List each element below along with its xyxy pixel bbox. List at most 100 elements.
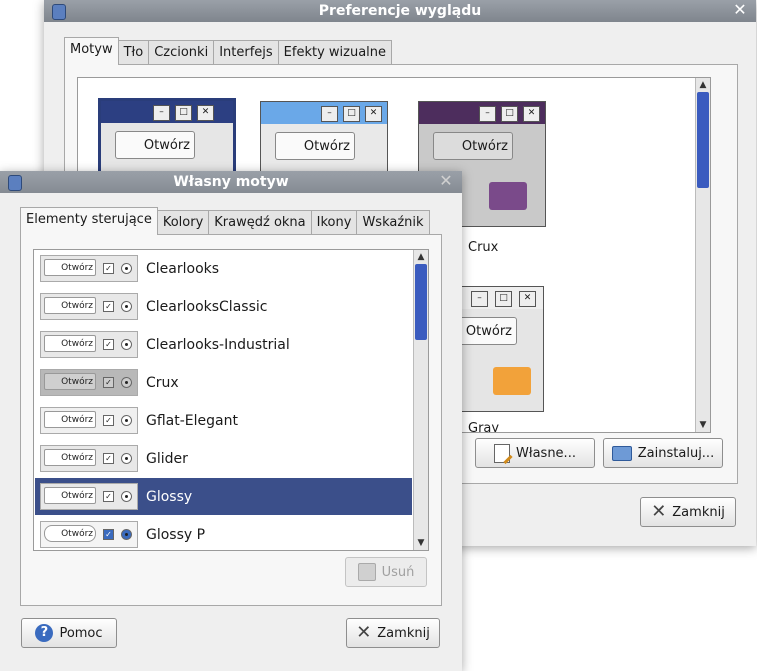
theme-preview: Otwórz ✓ <box>40 445 138 472</box>
preview-button: Otwórz <box>44 335 96 352</box>
scrollbar-thumb[interactable] <box>697 92 709 188</box>
theme-preview: Otwórz ✓ <box>40 255 138 282</box>
list-item-selected[interactable]: Otwórz ✓ Glossy <box>35 478 412 515</box>
theme-preview: Otwórz ✓ <box>40 293 138 320</box>
install-theme-button-label: Zainstaluj... <box>637 445 715 461</box>
theme-label: Crux <box>468 240 499 255</box>
theme-preview: Otwórz ✓ <box>40 521 138 548</box>
open-button-preview: Otwórz <box>115 131 195 159</box>
list-item[interactable]: Otwórz ✓ Glossy P <box>35 516 412 550</box>
custom-theme-window: Własny motyw ✕ Elementy sterujące Kolory… <box>0 171 462 671</box>
theme-preview: Otwórz ✓ <box>40 407 138 434</box>
close-icon: ✕ <box>356 622 372 643</box>
theme-name: Gflat-Elegant <box>146 412 238 429</box>
radio-icon <box>121 453 132 464</box>
help-button[interactable]: ? Pomoc <box>21 618 117 648</box>
tab-theme[interactable]: Motyw <box>64 37 119 65</box>
tab-colors[interactable]: Kolory <box>156 210 210 235</box>
radio-icon <box>121 263 132 274</box>
install-theme-button[interactable]: Zainstaluj... <box>603 438 723 468</box>
open-button-preview: Otwórz <box>433 132 513 160</box>
scroll-up-icon[interactable]: ▲ <box>696 78 710 92</box>
remove-theme-button-label: Usuń <box>381 564 415 580</box>
radio-icon <box>121 301 132 312</box>
checkbox-icon: ✓ <box>103 377 114 388</box>
preview-button: Otwórz <box>44 525 96 542</box>
tab-interface[interactable]: Interfejs <box>213 40 279 65</box>
custom-theme-tabs: Elementy sterujące Kolory Krawędź okna I… <box>20 207 430 235</box>
tab-fonts[interactable]: Czcionki <box>148 40 215 65</box>
tab-pointer[interactable]: Wskaźnik <box>356 210 430 235</box>
checkbox-icon: ✓ <box>103 263 114 274</box>
theme-grid-scrollbar[interactable]: ▲ ▼ <box>695 78 710 432</box>
checkbox-icon: ✓ <box>103 529 114 540</box>
trash-icon <box>357 563 376 581</box>
preview-button: Otwórz <box>44 259 96 276</box>
close-button[interactable]: ✕ Zamknij <box>640 497 736 527</box>
radio-icon <box>121 339 132 350</box>
scroll-down-icon[interactable]: ▼ <box>414 536 428 550</box>
theme-preview: Otwórz ✓ <box>40 483 138 510</box>
window-title: Własny motyw <box>173 174 289 190</box>
list-item[interactable]: Otwórz ✓ Crux <box>35 364 412 401</box>
custom-theme-button[interactable]: Własne... <box>475 438 595 468</box>
window-title: Preferencje wyglądu <box>318 3 482 19</box>
scroll-up-icon[interactable]: ▲ <box>414 250 428 264</box>
theme-thumbnail[interactable]: – □ ✕ Otwórz <box>456 286 544 412</box>
checkbox-icon: ✓ <box>103 339 114 350</box>
open-folder-icon <box>611 445 632 461</box>
list-item[interactable]: Otwórz ✓ Glider <box>35 440 412 477</box>
controls-theme-list: Otwórz ✓ Clearlooks Otwórz ✓ ClearlooksC… <box>33 249 429 551</box>
close-icon[interactable]: ✕ <box>732 2 748 18</box>
open-button-preview: Otwórz <box>457 317 517 345</box>
window-menu-icon[interactable] <box>52 4 66 20</box>
help-button-label: Pomoc <box>59 625 103 641</box>
tab-window-border[interactable]: Krawędź okna <box>208 210 312 235</box>
appearance-preferences-titlebar[interactable]: Preferencje wyglądu ✕ <box>44 0 756 22</box>
theme-label: Gray <box>468 421 500 433</box>
tab-controls[interactable]: Elementy sterujące <box>20 207 158 235</box>
checkbox-icon: ✓ <box>103 415 114 426</box>
theme-name: Glider <box>146 450 188 467</box>
checkbox-icon: ✓ <box>103 491 114 502</box>
radio-icon <box>121 491 132 502</box>
help-icon: ? <box>35 624 54 642</box>
checkbox-icon: ✓ <box>103 301 114 312</box>
preview-button: Otwórz <box>44 411 96 428</box>
preview-button: Otwórz <box>44 373 96 390</box>
theme-preview: Otwórz ✓ <box>40 331 138 358</box>
window-menu-icon[interactable] <box>8 175 22 191</box>
custom-theme-button-label: Własne... <box>516 445 576 461</box>
theme-name: Glossy <box>146 488 193 505</box>
radio-icon <box>121 529 132 540</box>
tab-visual-effects[interactable]: Efekty wizualne <box>277 40 393 65</box>
remove-theme-button[interactable]: Usuń <box>345 557 427 587</box>
tab-icons[interactable]: Ikony <box>310 210 358 235</box>
preview-button: Otwórz <box>44 297 96 314</box>
theme-preview: Otwórz ✓ <box>40 369 138 396</box>
scroll-down-icon[interactable]: ▼ <box>696 418 710 432</box>
list-item[interactable]: Otwórz ✓ Clearlooks-Industrial <box>35 326 412 363</box>
list-item[interactable]: Otwórz ✓ ClearlooksClassic <box>35 288 412 325</box>
theme-name: Crux <box>146 374 179 391</box>
open-button-preview: Otwórz <box>275 132 355 160</box>
theme-name: Clearlooks-Industrial <box>146 336 290 353</box>
tab-background[interactable]: Tło <box>117 40 150 65</box>
checkbox-icon: ✓ <box>103 453 114 464</box>
close-icon[interactable]: ✕ <box>438 173 454 189</box>
folder-icon <box>489 182 527 210</box>
radio-icon <box>121 377 132 388</box>
theme-list-scrollbar[interactable]: ▲ ▼ <box>413 250 428 550</box>
list-item[interactable]: Otwórz ✓ Clearlooks <box>35 250 412 287</box>
theme-name: Glossy P <box>146 526 206 543</box>
controls-panel: Otwórz ✓ Clearlooks Otwórz ✓ ClearlooksC… <box>20 234 442 606</box>
scrollbar-thumb[interactable] <box>415 264 427 340</box>
custom-theme-titlebar[interactable]: Własny motyw ✕ <box>0 171 462 193</box>
list-item[interactable]: Otwórz ✓ Gflat-Elegant <box>35 402 412 439</box>
close-button[interactable]: ✕ Zamknij <box>346 618 440 648</box>
close-button-label: Zamknij <box>377 625 430 641</box>
close-button-label: Zamknij <box>672 504 725 520</box>
radio-icon <box>121 415 132 426</box>
folder-icon <box>493 367 531 395</box>
edit-icon <box>494 443 511 463</box>
